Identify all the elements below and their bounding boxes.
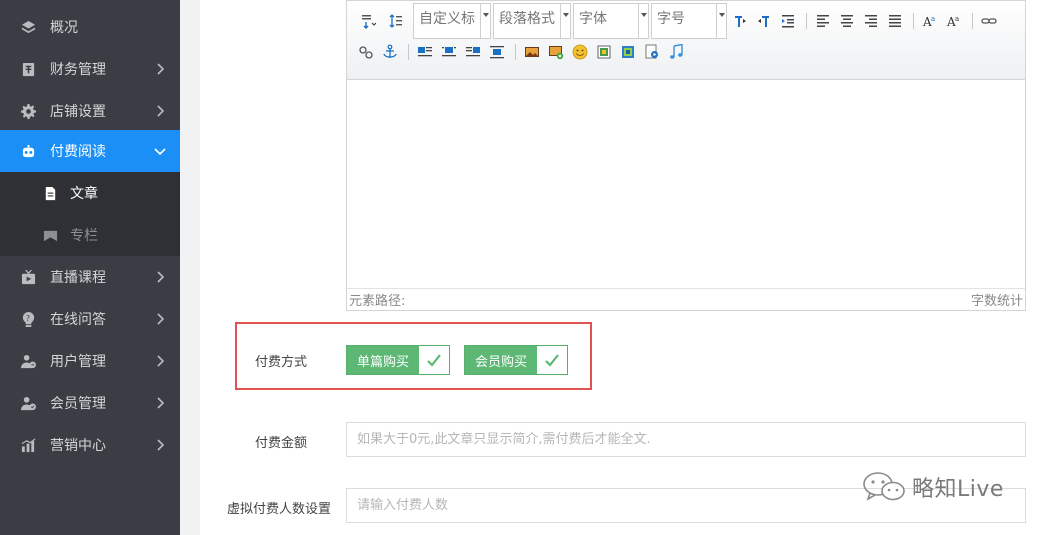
sidebar-item-online-qa[interactable]: ? 在线问答	[0, 298, 180, 340]
paragraph-spacing-button[interactable]	[355, 11, 381, 31]
font-family-dropdown[interactable]: 字体	[573, 3, 649, 39]
toolbar-row	[355, 41, 689, 63]
virtual-payers-label: 虚拟付费人数设置	[227, 502, 332, 517]
sidebar-subitem-articles[interactable]: 文章	[0, 172, 180, 214]
toolbar-row: 自定义标 段落格式 字体 字号 Aa A a	[355, 3, 1002, 39]
uppercase-icon[interactable]: Aa	[919, 11, 941, 31]
line-height-button[interactable]	[383, 11, 411, 31]
insert-frame-icon[interactable]	[617, 42, 639, 62]
sidebar-item-paid-reading[interactable]: 付费阅读	[0, 130, 180, 172]
emoji-icon[interactable]	[569, 42, 591, 62]
sidebar-item-marketing-center[interactable]: 营销中心	[0, 424, 180, 466]
sidebar-item-label: 在线问答	[50, 312, 106, 328]
align-center-icon[interactable]	[836, 11, 858, 31]
sidebar-item-member-management[interactable]: 会员管理	[0, 382, 180, 424]
sidebar-item-label: 直播课程	[50, 270, 106, 286]
chevron-right-icon	[153, 354, 167, 368]
font-size-dropdown[interactable]: 字号	[651, 3, 727, 39]
ltr-icon[interactable]	[729, 11, 751, 31]
align-justify-icon[interactable]	[884, 11, 906, 31]
multi-image-icon[interactable]	[545, 42, 567, 62]
sidebar-item-label: 会员管理	[50, 396, 106, 412]
insert-video-icon[interactable]	[641, 42, 663, 62]
chevron-right-icon	[153, 312, 167, 326]
sidebar-item-finance[interactable]: 财务管理	[0, 48, 180, 90]
sidebar-item-label: 店铺设置	[50, 104, 106, 120]
align-right-icon[interactable]	[860, 11, 882, 31]
sidebar-item-user-management[interactable]: 用户管理	[0, 340, 180, 382]
custom-title-dropdown[interactable]: 自定义标	[413, 3, 491, 39]
sidebar-item-label: 财务管理	[50, 62, 106, 78]
column-icon	[42, 227, 58, 243]
sidebar-item-live-courses[interactable]: 直播课程	[0, 256, 180, 298]
chevron-down-icon	[153, 144, 167, 158]
sidebar-subitem-label: 文章	[70, 186, 98, 202]
rich-text-editor: 自定义标 段落格式 字体 字号 Aa A a 元素路径: 字数统计	[346, 0, 1026, 311]
svg-text:a: a	[955, 15, 959, 23]
chevron-right-icon	[153, 62, 167, 76]
scrawl-icon[interactable]	[593, 42, 615, 62]
sidebar-item-label: 概况	[50, 20, 78, 36]
anchor-icon[interactable]	[379, 42, 401, 62]
lowercase-icon[interactable]: Aa	[943, 11, 965, 31]
content-gutter	[180, 0, 200, 535]
watermark-text: 略知Live	[912, 477, 1004, 502]
member-icon	[20, 395, 36, 411]
element-path-label: 元素路径:	[349, 294, 406, 309]
image-center-icon[interactable]	[486, 42, 508, 62]
watermark: 略知Live	[862, 470, 1004, 504]
chevron-right-icon	[153, 438, 167, 452]
unlink-icon[interactable]	[355, 42, 377, 62]
sidebar-item-label: 营销中心	[50, 438, 106, 454]
image-left-icon[interactable]	[414, 42, 436, 62]
tv-icon	[20, 269, 36, 285]
sidebar-item-shop-settings[interactable]: 店铺设置	[0, 90, 180, 132]
users-icon	[20, 353, 36, 369]
question-icon: ?	[20, 311, 36, 327]
word-count-label: 字数统计	[970, 294, 1023, 309]
align-left-icon[interactable]	[812, 11, 834, 31]
single-purchase-option[interactable]: 单篇购买	[346, 345, 451, 375]
chevron-right-icon	[153, 270, 167, 284]
image-none-icon[interactable]	[438, 42, 460, 62]
sidebar-subitem-label: 专栏	[70, 228, 98, 244]
member-purchase-option[interactable]: 会员购买	[464, 345, 569, 375]
sidebar-item-label: 用户管理	[50, 354, 106, 370]
pay-amount-input[interactable]	[346, 422, 1026, 457]
sidebar-submenu: 文章 专栏	[0, 172, 180, 256]
svg-text:a: a	[931, 15, 935, 23]
sidebar: 概况 财务管理 店铺设置 付费阅读 文章 专栏 直播课程 ? 在线问答 用户管理…	[0, 0, 180, 535]
check-icon	[537, 346, 568, 374]
link-icon[interactable]	[978, 11, 1000, 31]
layers-icon	[20, 19, 36, 35]
indent-icon[interactable]	[777, 11, 799, 31]
chevron-right-icon	[153, 104, 167, 118]
sidebar-subitem-columns[interactable]: 专栏	[0, 214, 180, 256]
sidebar-item-overview[interactable]: 概况	[0, 6, 180, 48]
finance-icon	[20, 61, 36, 77]
music-icon[interactable]	[665, 42, 687, 62]
editor-statusbar: 元素路径: 字数统计	[347, 288, 1025, 310]
image-right-icon[interactable]	[462, 42, 484, 62]
rtl-icon[interactable]	[753, 11, 775, 31]
chevron-right-icon	[153, 396, 167, 410]
editor-content-area[interactable]	[347, 80, 1025, 288]
chart-icon	[20, 437, 36, 453]
gear-icon	[20, 103, 36, 119]
wechat-logo-icon	[863, 472, 905, 501]
insert-image-icon[interactable]	[521, 42, 543, 62]
pay-amount-label: 付费金额	[255, 436, 308, 451]
paragraph-format-dropdown[interactable]: 段落格式	[493, 3, 571, 39]
sidebar-item-label: 付费阅读	[50, 144, 106, 160]
document-icon	[42, 185, 58, 201]
robot-icon	[20, 143, 36, 159]
check-icon	[419, 346, 450, 374]
svg-text:?: ?	[25, 313, 29, 322]
pay-method-label: 付费方式	[255, 355, 308, 370]
editor-toolbar: 自定义标 段落格式 字体 字号 Aa A a	[347, 1, 1025, 80]
